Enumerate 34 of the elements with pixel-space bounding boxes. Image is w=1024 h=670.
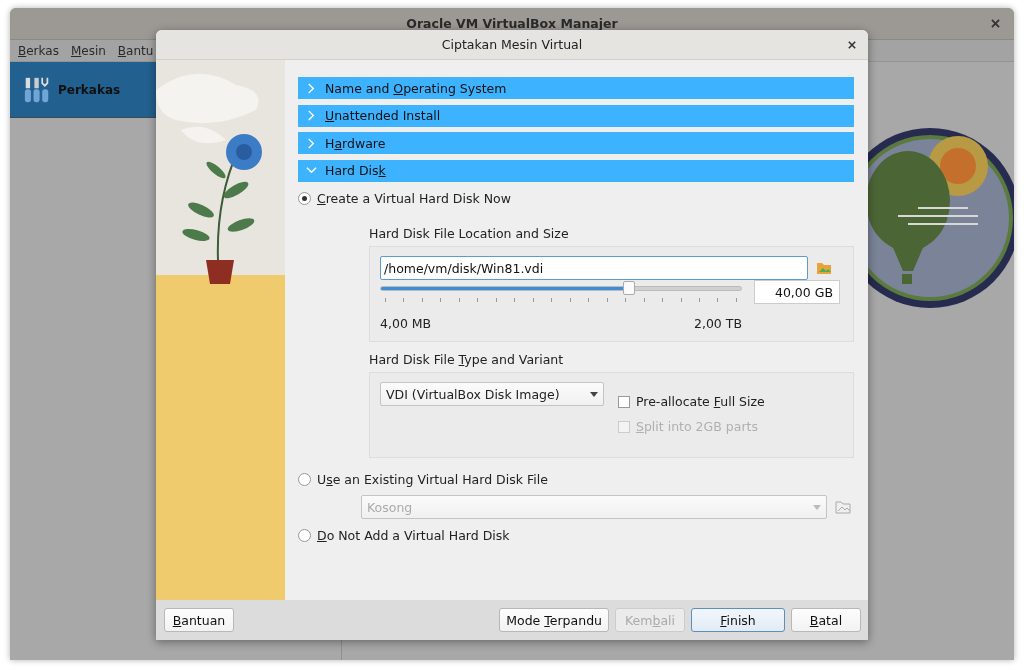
section-header[interactable]: Hardware bbox=[298, 132, 854, 154]
group-heading: Hard Disk File Type and Variant bbox=[369, 352, 565, 367]
folder-icon[interactable] bbox=[835, 499, 851, 515]
section-header[interactable]: Name and Operating System bbox=[298, 77, 854, 99]
caret-icon bbox=[813, 504, 821, 510]
folder-icon[interactable] bbox=[816, 260, 832, 276]
menu-item[interactable]: Berkas bbox=[18, 43, 59, 58]
dialog-button[interactable]: Finish bbox=[691, 608, 785, 632]
radio-button[interactable] bbox=[298, 191, 311, 205]
radio-option[interactable]: Create a Virtual Hard Disk Now bbox=[298, 187, 511, 209]
help-button[interactable]: Bantuan bbox=[164, 608, 234, 632]
max-size-label: 2,00 TB bbox=[693, 316, 742, 331]
slider-thumb[interactable] bbox=[623, 281, 636, 295]
format-dropdown[interactable]: VDI (VirtualBox Disk Image) bbox=[380, 382, 604, 406]
menu-item[interactable]: Mesin bbox=[70, 43, 106, 58]
menu-item[interactable]: Bantu bbox=[117, 43, 154, 58]
close-icon[interactable] bbox=[848, 41, 856, 49]
window-title: Oracle VM VirtualBox Manajer bbox=[406, 16, 618, 31]
size-input-field[interactable]: 40,00 GB bbox=[754, 280, 840, 304]
dialog-button[interactable]: Batal bbox=[791, 608, 861, 632]
radio-button[interactable] bbox=[298, 528, 311, 542]
radio-option[interactable]: Do Not Add a Virtual Hard Disk bbox=[298, 524, 510, 546]
min-size-label: 4,00 MB bbox=[380, 316, 432, 331]
checkbox-option[interactable]: Pre-allocate Full Size bbox=[618, 394, 765, 409]
dialog-button[interactable]: Mode Terpandu bbox=[499, 608, 609, 632]
section-header[interactable]: Hard Disk bbox=[298, 159, 854, 182]
group-heading: Hard Disk File Location and Size bbox=[369, 226, 570, 241]
section-header[interactable]: Unattended Install bbox=[298, 104, 854, 127]
checkbox[interactable] bbox=[618, 395, 630, 408]
size-slider[interactable] bbox=[380, 279, 742, 302]
path-input-field[interactable]: /home/vm/disk/Win81.vdi bbox=[380, 256, 808, 280]
dialog-title: Ciptakan Mesin Virtual bbox=[441, 37, 583, 52]
caret-icon bbox=[590, 391, 598, 397]
close-icon[interactable] bbox=[991, 19, 1000, 28]
